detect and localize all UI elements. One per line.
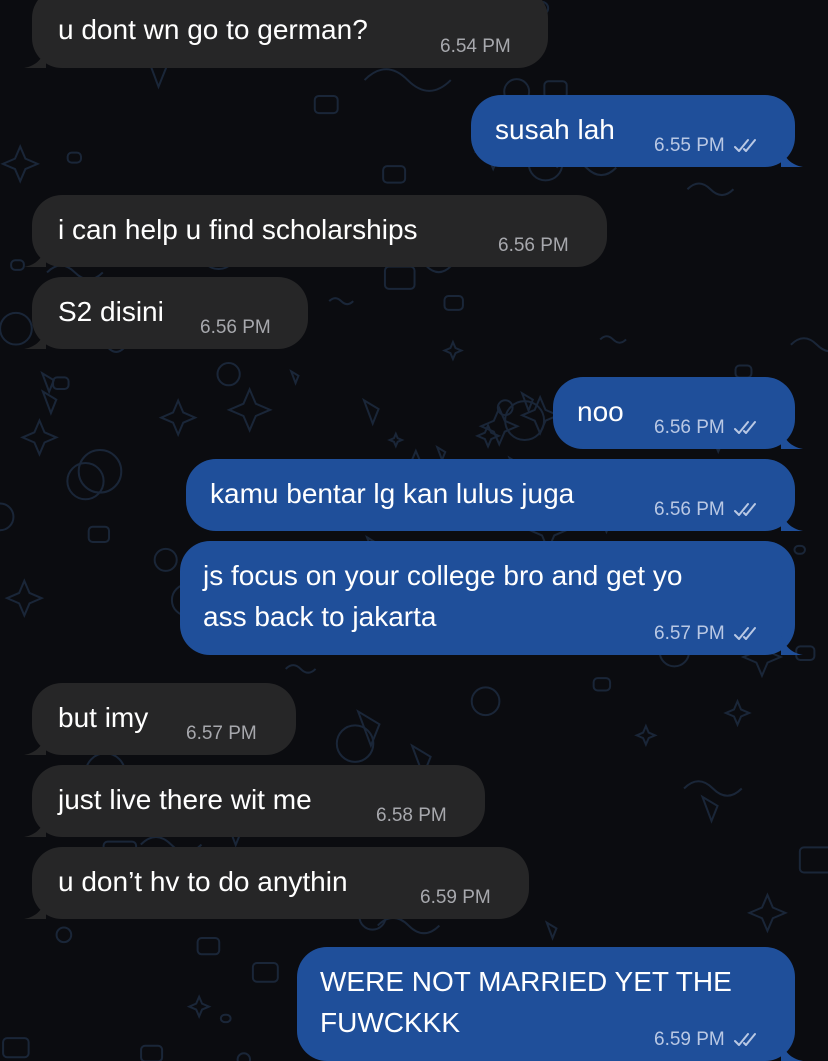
message-text: S2 disini: [58, 296, 164, 327]
bubble-tail: [24, 733, 46, 755]
message-text-line: WERE NOT MARRIED YET THE: [320, 966, 732, 997]
message-time: 6.56 PM: [654, 499, 725, 520]
bubble-tail: [24, 327, 46, 349]
bubble-tail: [24, 815, 46, 837]
double-check-icon: [734, 1033, 757, 1046]
message-bubble-incoming[interactable]: u dont wn go to german? 6.54 PM: [24, 0, 548, 68]
message-time: 6.57 PM: [654, 623, 725, 644]
message-time: 6.56 PM: [654, 417, 725, 438]
message-time: 6.55 PM: [654, 135, 725, 156]
message-bubble-outgoing[interactable]: js focus on your college bro and get yo …: [180, 541, 803, 655]
bubble-tail: [781, 509, 803, 531]
bubble-tail: [24, 897, 46, 919]
message-time: 6.57 PM: [186, 723, 257, 744]
bubble-tail: [781, 427, 803, 449]
bubble-tail: [781, 633, 803, 655]
message-bubble-incoming[interactable]: just live there wit me 6.58 PM: [24, 765, 485, 837]
double-check-icon: [734, 139, 757, 152]
message-time: 6.54 PM: [440, 36, 511, 57]
message-text: kamu bentar lg kan lulus juga: [210, 478, 575, 509]
message-time: 6.56 PM: [200, 317, 271, 338]
message-list[interactable]: u dont wn go to german? 6.54 PM susah la…: [0, 0, 828, 1061]
message-text: i can help u find scholarships: [58, 214, 418, 245]
message-time: 6.56 PM: [498, 235, 569, 256]
message-text: but imy: [58, 702, 149, 733]
message-bubble-incoming[interactable]: u don’t hv to do anythin 6.59 PM: [24, 847, 529, 919]
message-text: just live there wit me: [58, 784, 312, 815]
message-text-line: FUWCKKK: [320, 1007, 460, 1038]
double-check-icon: [734, 503, 757, 516]
message-bubble-outgoing[interactable]: WERE NOT MARRIED YET THE FUWCKKK 6.59 PM: [297, 947, 803, 1061]
double-check-icon: [734, 421, 757, 434]
message-time: 6.59 PM: [654, 1029, 725, 1050]
message-text-line: ass back to jakarta: [203, 601, 437, 632]
message-text: u dont wn go to german?: [58, 14, 368, 45]
bubble-tail: [24, 245, 46, 267]
message-time: 6.59 PM: [420, 887, 491, 908]
double-check-icon: [734, 627, 757, 640]
message-text: noo: [577, 396, 624, 427]
bubble-tail: [24, 46, 46, 68]
message-bubble-outgoing[interactable]: kamu bentar lg kan lulus juga 6.56 PM: [186, 459, 803, 531]
message-text: susah lah: [495, 114, 615, 145]
message-bubble-outgoing[interactable]: susah lah 6.55 PM: [471, 95, 803, 167]
message-time: 6.58 PM: [376, 805, 447, 826]
bubble-tail: [781, 1039, 803, 1061]
message-bubble-incoming[interactable]: but imy 6.57 PM: [24, 683, 296, 755]
message-bubble-incoming[interactable]: i can help u find scholarships 6.56 PM: [24, 195, 607, 267]
message-text: u don’t hv to do anythin: [58, 866, 348, 897]
message-bubble-outgoing[interactable]: noo 6.56 PM: [553, 377, 803, 449]
message-bubble-incoming[interactable]: S2 disini 6.56 PM: [24, 277, 308, 349]
bubble-tail: [781, 145, 803, 167]
message-text-line: js focus on your college bro and get yo: [203, 560, 683, 591]
